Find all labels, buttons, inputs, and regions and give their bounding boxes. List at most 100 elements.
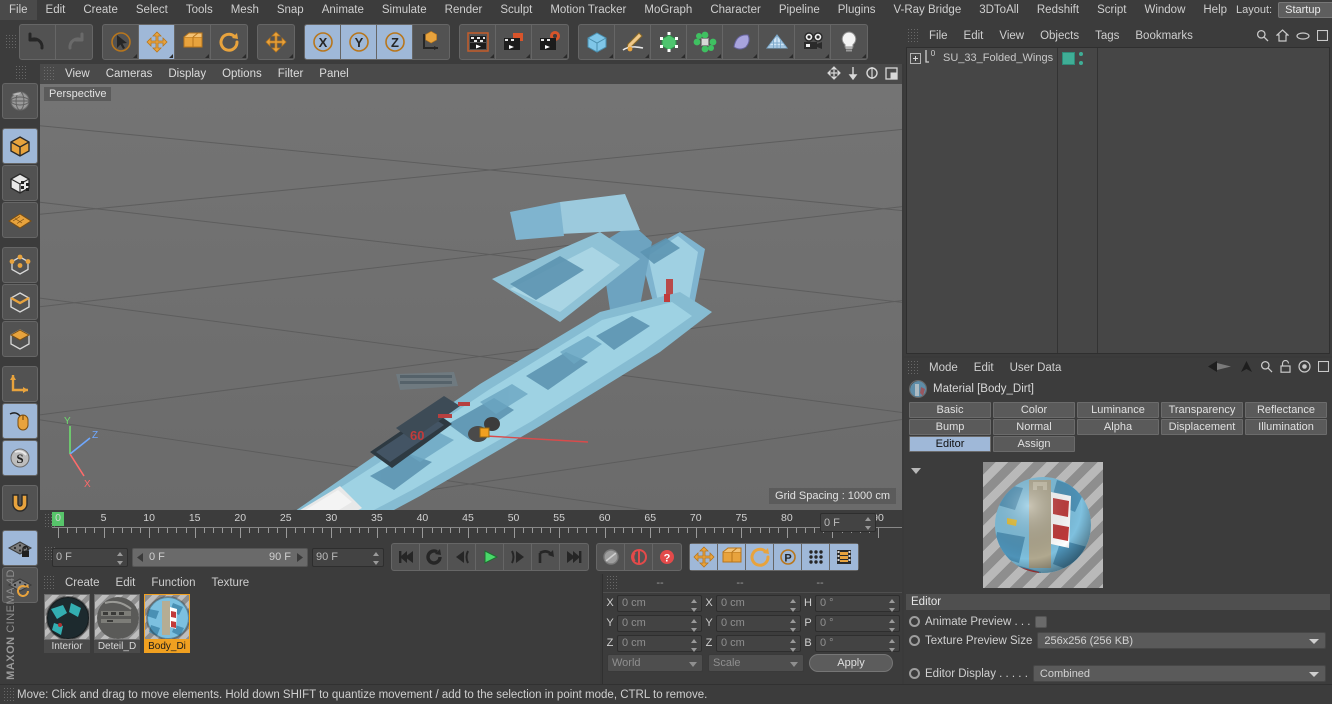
viewport-3d-canvas[interactable]: Perspective Y Z X 60 Grid Spacing: 1000…: [40, 84, 902, 510]
object-manager-grip[interactable]: [907, 28, 918, 44]
menu-script[interactable]: Script: [1088, 0, 1135, 20]
material-item[interactable]: Body_Di: [144, 594, 190, 653]
scale-key-toggle[interactable]: [718, 544, 746, 570]
autokeying-button[interactable]: [625, 544, 653, 570]
viewport-menu-options[interactable]: Options: [214, 64, 270, 84]
dropdown-corner-icon[interactable]: [205, 54, 209, 58]
rotation-key-toggle[interactable]: [746, 544, 774, 570]
workplane-mode[interactable]: [2, 202, 38, 238]
menu-animate[interactable]: Animate: [313, 0, 373, 20]
viewport-menu-view[interactable]: View: [57, 64, 98, 84]
stepper-icon[interactable]: [373, 551, 380, 565]
object-menu-view[interactable]: View: [991, 26, 1032, 46]
lock-workplane[interactable]: [2, 530, 38, 566]
material-menu-function[interactable]: Function: [143, 574, 203, 592]
menu-pipeline[interactable]: Pipeline: [770, 0, 829, 20]
toolbar-grip[interactable]: [5, 34, 16, 50]
lock-z-axis[interactable]: Z: [377, 25, 413, 59]
menu-edit[interactable]: Edit: [37, 0, 75, 20]
layout-dropdown[interactable]: Startup: [1278, 2, 1332, 18]
step-forward-button[interactable]: [504, 544, 532, 570]
editor-display-dropdown[interactable]: Combined: [1032, 665, 1326, 682]
keyframe-selection-button[interactable]: ?: [653, 544, 681, 570]
coordinate-field-b-2[interactable]: 0 °: [815, 634, 900, 652]
add-spline[interactable]: [615, 25, 651, 59]
material-item[interactable]: Deteil_D: [94, 594, 140, 653]
material-thumbnail[interactable]: [94, 594, 140, 640]
parameter-key-toggle[interactable]: P: [774, 544, 802, 570]
object-menu-bookmarks[interactable]: Bookmarks: [1127, 26, 1201, 46]
maximize-view-icon[interactable]: [885, 66, 898, 83]
tab-alpha[interactable]: Alpha: [1077, 419, 1159, 435]
rotate-tool[interactable]: [211, 25, 247, 59]
menu-simulate[interactable]: Simulate: [373, 0, 436, 20]
dropdown-corner-icon[interactable]: [753, 54, 757, 58]
dropdown-corner-icon[interactable]: [289, 54, 293, 58]
pan-icon[interactable]: [827, 66, 841, 83]
material-thumbnail[interactable]: [44, 594, 90, 640]
model-mode[interactable]: [2, 128, 38, 164]
material-grip[interactable]: [43, 575, 54, 591]
tab-illumination[interactable]: Illumination: [1245, 419, 1327, 435]
snap-magnet[interactable]: [2, 485, 38, 521]
coordinate-field-z-0[interactable]: 0 cm: [617, 634, 702, 652]
add-mograph[interactable]: [687, 25, 723, 59]
menu-select[interactable]: Select: [127, 0, 177, 20]
timeline-toggle[interactable]: [830, 544, 858, 570]
stepper-icon[interactable]: [117, 551, 124, 565]
stepper-icon[interactable]: [691, 638, 698, 652]
menu-create[interactable]: Create: [74, 0, 127, 20]
coordinate-mode-dropdown[interactable]: Scale: [708, 654, 804, 672]
coordinate-field-y-0[interactable]: 0 cm: [617, 614, 702, 632]
back-arrow-icon[interactable]: [1207, 360, 1233, 376]
tab-reflectance[interactable]: Reflectance: [1245, 402, 1327, 418]
object-manager-panel-icon[interactable]: [1316, 29, 1329, 44]
object-row[interactable]: 0 SU_33_Folded_Wings: [907, 48, 1329, 68]
go-to-start-button[interactable]: [392, 544, 420, 570]
timeline-right-frame-field[interactable]: 0 F: [820, 513, 876, 532]
menu-render[interactable]: Render: [436, 0, 492, 20]
dropdown-corner-icon[interactable]: [526, 54, 530, 58]
dropdown-corner-icon[interactable]: [862, 54, 866, 58]
target-icon[interactable]: [1298, 360, 1311, 376]
add-cube-object[interactable]: [579, 25, 615, 59]
menu-3dtoall[interactable]: 3DToAll: [970, 0, 1028, 20]
coordinate-field-x-0[interactable]: 0 cm: [617, 594, 702, 612]
point-level-animation-toggle[interactable]: [802, 544, 830, 570]
play-button[interactable]: [476, 544, 504, 570]
search-icon[interactable]: [1260, 360, 1273, 376]
magnet-tool[interactable]: [258, 25, 294, 59]
menu-v-ray-bridge[interactable]: V-Ray Bridge: [884, 0, 970, 20]
animate-preview-radio-icon[interactable]: [909, 616, 920, 627]
stepper-icon[interactable]: [691, 618, 698, 632]
loop-button[interactable]: [420, 544, 448, 570]
stepper-icon[interactable]: [889, 598, 896, 612]
add-environment[interactable]: [759, 25, 795, 59]
tab-assign[interactable]: Assign: [993, 436, 1075, 452]
add-camera[interactable]: [795, 25, 831, 59]
add-deformer[interactable]: [723, 25, 759, 59]
menu-mesh[interactable]: Mesh: [222, 0, 268, 20]
menu-sculpt[interactable]: Sculpt: [491, 0, 541, 20]
add-generator[interactable]: [651, 25, 687, 59]
soft-selection[interactable]: S: [2, 440, 38, 476]
dropdown-corner-icon[interactable]: [563, 54, 567, 58]
menu-tools[interactable]: Tools: [177, 0, 222, 20]
editor-display-radio-icon[interactable]: [909, 668, 920, 679]
ellipse-icon[interactable]: [1296, 31, 1310, 44]
dropdown-corner-icon[interactable]: [133, 54, 137, 58]
dropdown-corner-icon[interactable]: [490, 54, 494, 58]
tab-normal[interactable]: Normal: [993, 419, 1075, 435]
attribute-menu-mode[interactable]: Mode: [921, 358, 966, 378]
tab-bump[interactable]: Bump: [909, 419, 991, 435]
step-back-button[interactable]: [448, 544, 476, 570]
redo-button[interactable]: [56, 25, 92, 59]
tab-luminance[interactable]: Luminance: [1077, 402, 1159, 418]
menu-motion-tracker[interactable]: Motion Tracker: [541, 0, 635, 20]
tab-basic[interactable]: Basic: [909, 402, 991, 418]
left-palette-grip[interactable]: [14, 65, 26, 81]
dropdown-corner-icon[interactable]: [609, 54, 613, 58]
material-preview-sphere[interactable]: [983, 462, 1103, 588]
stepper-icon[interactable]: [889, 638, 896, 652]
expand-toggle-icon[interactable]: [910, 52, 921, 64]
